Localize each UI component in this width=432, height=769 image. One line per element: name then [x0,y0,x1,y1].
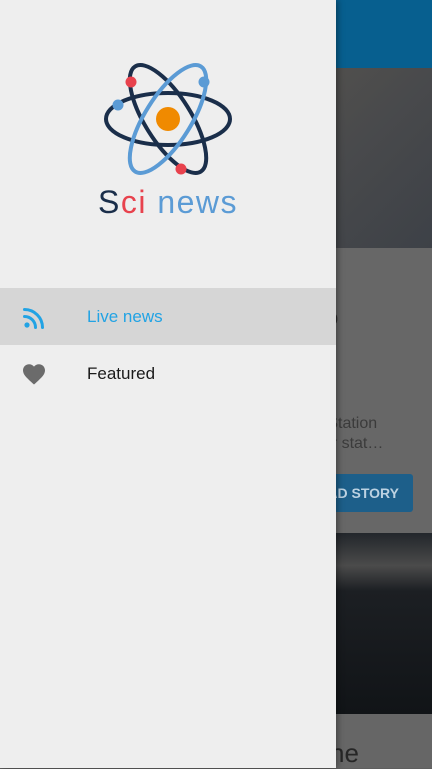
app-name-part: news [146,184,239,220]
app-name-part: ci [120,184,147,220]
app-name-part: S [97,184,121,220]
rss-icon [23,308,44,329]
app-name: Sci news [0,184,336,221]
nav-item-featured[interactable]: Featured [0,345,336,402]
heart-icon [23,364,45,385]
navigation-drawer: Sci news Live news Featured [0,0,336,768]
nav-item-label: Live news [87,306,163,326]
atom-icon [104,63,232,175]
nav-item-label: Featured [87,363,156,383]
drawer-nav: Live news Featured [0,288,336,402]
nav-item-live-news[interactable]: Live news [0,288,336,345]
